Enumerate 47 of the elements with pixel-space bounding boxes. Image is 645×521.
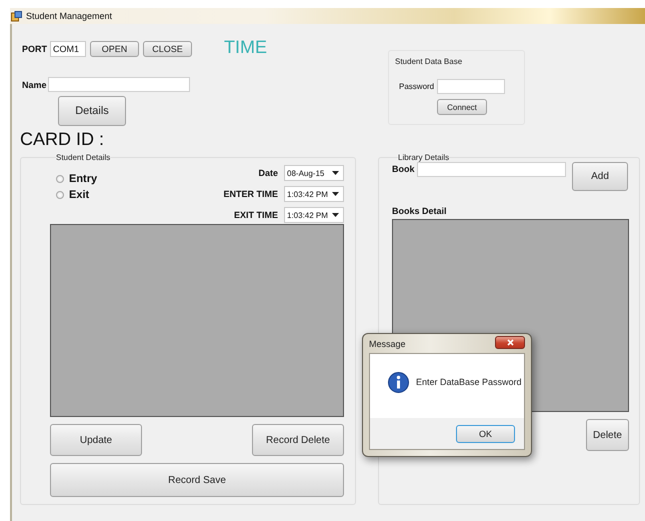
picker-label: ENTER TIME xyxy=(223,189,278,199)
details-button[interactable]: Details xyxy=(58,96,126,126)
info-icon xyxy=(388,372,409,392)
record-delete-button[interactable]: Record Delete xyxy=(252,424,344,456)
port-button[interactable]: OPEN xyxy=(90,41,140,57)
ok-button[interactable]: OK xyxy=(456,424,515,442)
date-time-picker[interactable]: 1:03:42 PM xyxy=(284,186,344,202)
radio-button[interactable] xyxy=(56,175,64,183)
name-field[interactable] xyxy=(48,77,190,92)
update-button[interactable]: Update xyxy=(50,424,142,456)
window-title: Student Management xyxy=(26,11,112,21)
port-value: COM1 xyxy=(53,44,80,54)
add-button[interactable]: Add xyxy=(572,162,628,191)
dropdown-arrow-icon xyxy=(332,171,339,175)
radio-label: Exit xyxy=(69,189,90,201)
close-icon xyxy=(506,338,514,346)
picker-value: 1:03:42 PM xyxy=(287,210,328,220)
radio-label: Entry xyxy=(69,173,98,185)
password-label: Password xyxy=(399,82,436,91)
name-label: Name xyxy=(22,80,48,90)
picker-label: EXIT TIME xyxy=(232,210,278,220)
connect-button[interactable]: Connect xyxy=(437,99,487,115)
picker-label: Date xyxy=(257,168,278,178)
book-label: Book xyxy=(392,164,416,174)
password-field[interactable] xyxy=(437,79,505,94)
radio-button[interactable] xyxy=(56,191,64,199)
group-title: Student Details xyxy=(56,153,110,162)
dropdown-arrow-icon xyxy=(332,192,339,196)
picker-value: 1:03:42 PM xyxy=(287,190,328,198)
app-icon xyxy=(11,10,22,22)
date-time-picker[interactable]: 08-Aug-15 xyxy=(284,165,344,181)
date-time-picker[interactable]: 1:03:42 PM xyxy=(284,207,344,223)
book-field[interactable] xyxy=(417,162,566,177)
books-detail-label: Books Detail xyxy=(392,206,448,218)
group-title: Library Details xyxy=(398,153,450,162)
dropdown-arrow-icon xyxy=(332,213,339,217)
port-label: PORT xyxy=(22,44,48,54)
close-button[interactable] xyxy=(495,336,525,348)
card-id-label: CARD ID : xyxy=(20,129,106,151)
delete-button[interactable]: Delete xyxy=(586,419,629,451)
dialog-title: Message xyxy=(369,338,406,348)
port-button[interactable]: CLOSE xyxy=(143,41,192,57)
time-label: TIME xyxy=(224,36,268,58)
dialog-message: Enter DataBase Password xyxy=(416,377,522,387)
port-dropdown[interactable]: COM1 xyxy=(50,41,86,57)
record-save-button[interactable]: Record Save xyxy=(50,463,344,497)
picker-value: 08-Aug-15 xyxy=(287,168,324,178)
